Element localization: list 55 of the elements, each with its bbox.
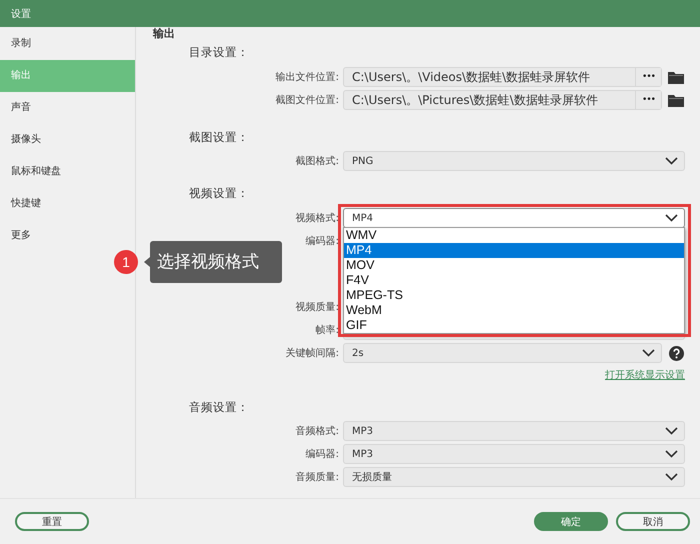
reset-button[interactable]: 重置 bbox=[15, 512, 89, 531]
field-label: 帧率: bbox=[314, 324, 339, 337]
dropdown-option[interactable]: WMV bbox=[344, 228, 684, 243]
select-field[interactable]: MP4 bbox=[343, 208, 685, 228]
browse-button[interactable]: ••• bbox=[635, 91, 661, 109]
cancel-button[interactable]: 取消 bbox=[616, 512, 690, 531]
select-field[interactable]: MP3 bbox=[343, 444, 685, 464]
browse-button[interactable]: ••• bbox=[635, 68, 661, 86]
sidebar-item[interactable]: 快捷键 bbox=[0, 188, 135, 220]
field-label: 关键帧间隔: bbox=[284, 346, 339, 360]
chevron-down-icon bbox=[665, 450, 678, 458]
field-label: 输出文件位置: bbox=[274, 70, 339, 84]
dropdown-option[interactable]: WebM bbox=[344, 303, 684, 318]
field-label: 截图格式: bbox=[294, 154, 339, 168]
dropdown-option[interactable]: GIF bbox=[344, 318, 684, 333]
help-icon[interactable] bbox=[668, 346, 684, 360]
window-title: 设置 bbox=[10, 8, 31, 20]
section-heading: 截图设置： bbox=[189, 129, 249, 146]
section-heading: 音频设置： bbox=[189, 399, 249, 416]
path-field[interactable]: C:\Users\。\Videos\数据蛙\数据蛙录屏软件 ••• bbox=[343, 67, 662, 87]
callout-tooltip: 选择视频格式 bbox=[150, 241, 282, 283]
dropdown-option[interactable]: MP4 bbox=[344, 243, 684, 258]
field-label: 音频格式: bbox=[294, 424, 339, 438]
sidebar-item[interactable]: 声音 bbox=[0, 92, 135, 124]
field-label: 视频质量: bbox=[294, 300, 339, 314]
chevron-down-icon bbox=[665, 427, 678, 435]
field-label: 编码器: bbox=[304, 448, 339, 461]
dropdown-option[interactable]: F4V bbox=[344, 273, 684, 288]
section-heading: 视频设置： bbox=[189, 185, 249, 202]
field-label: 编码器: bbox=[304, 234, 339, 248]
sidebar-item[interactable]: 摄像头 bbox=[0, 124, 135, 156]
folder-icon[interactable] bbox=[668, 94, 684, 106]
dropdown-option[interactable]: MOV bbox=[344, 258, 684, 273]
select-field[interactable]: 2s bbox=[343, 343, 662, 363]
chevron-down-icon bbox=[642, 349, 655, 357]
sidebar-item[interactable]: 鼠标和键盘 bbox=[0, 156, 135, 188]
page-heading: 输出 bbox=[152, 27, 175, 41]
sidebar-item[interactable]: 录制 bbox=[0, 28, 135, 60]
chevron-down-icon bbox=[665, 473, 678, 481]
chevron-down-icon bbox=[665, 214, 678, 222]
field-label: 音频质量: bbox=[294, 470, 339, 484]
path-field[interactable]: C:\Users\。\Pictures\数据蛙\数据蛙录屏软件 ••• bbox=[343, 90, 662, 110]
confirm-button[interactable]: 确定 bbox=[534, 512, 608, 531]
folder-icon[interactable] bbox=[668, 70, 684, 84]
field-label: 截图文件位置: bbox=[274, 94, 339, 107]
select-field[interactable]: MP3 bbox=[343, 421, 685, 441]
display-settings-link[interactable]: 打开系统显示设置 bbox=[605, 366, 685, 386]
section-heading: 目录设置： bbox=[189, 44, 249, 61]
sidebar-item[interactable]: 更多 bbox=[0, 220, 135, 252]
step-badge: 1 bbox=[114, 250, 138, 274]
select-field[interactable]: PNG bbox=[343, 151, 685, 171]
select-field[interactable]: 无损质量 bbox=[343, 467, 685, 487]
field-label: 视频格式: bbox=[294, 212, 339, 225]
dropdown-option[interactable]: MPEG-TS bbox=[344, 288, 684, 303]
chevron-down-icon bbox=[665, 157, 678, 165]
